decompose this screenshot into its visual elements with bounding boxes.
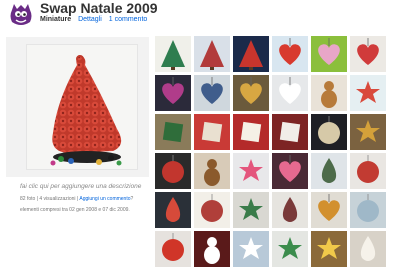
tree-ornament-image bbox=[27, 45, 137, 169]
thumbnail-image bbox=[272, 114, 308, 150]
thumbnail-image bbox=[311, 36, 347, 72]
thumb-stitched-red[interactable] bbox=[350, 153, 386, 189]
thumb-red-bauble[interactable] bbox=[155, 231, 191, 267]
thumb-teddy[interactable] bbox=[194, 153, 230, 189]
thumbnail-image bbox=[272, 192, 308, 228]
thumbnail-image bbox=[350, 114, 386, 150]
tab-details-link[interactable]: Dettagli bbox=[78, 16, 102, 23]
thumbnail-image bbox=[311, 75, 347, 111]
page-title: Swap Natale 2009 bbox=[40, 0, 158, 16]
thumb-blue-heart[interactable] bbox=[194, 75, 230, 111]
thumb-heart-ornament[interactable] bbox=[272, 36, 308, 72]
thumb-white-heart[interactable] bbox=[272, 75, 308, 111]
thumb-ribbon-stars[interactable] bbox=[233, 192, 269, 228]
thumbnail-image bbox=[155, 36, 191, 72]
thumb-purple-heart[interactable] bbox=[155, 75, 191, 111]
thumb-dark-circle[interactable] bbox=[155, 153, 191, 189]
thumb-star-stitch[interactable] bbox=[350, 75, 386, 111]
thumbnail-image bbox=[194, 192, 230, 228]
avatar[interactable] bbox=[8, 2, 34, 28]
thumb-gold-heart-2[interactable] bbox=[311, 192, 347, 228]
album-header: Swap Natale 2009 Miniature Dettagli 1 co… bbox=[0, 0, 400, 34]
thumbnail-image bbox=[155, 75, 191, 111]
photo-count: 82 foto bbox=[20, 196, 36, 202]
tab-miniature: Miniature bbox=[40, 16, 72, 23]
thumbnail-image bbox=[155, 192, 191, 228]
thumbnail-image bbox=[233, 75, 269, 111]
meta-trailing: ? bbox=[130, 196, 134, 202]
thumb-button-ornament[interactable] bbox=[194, 192, 230, 228]
thumb-patchwork-tree[interactable] bbox=[194, 36, 230, 72]
thumb-red-card[interactable] bbox=[194, 114, 230, 150]
thumbnail-image bbox=[311, 114, 347, 150]
comments-link[interactable]: 1 commento bbox=[109, 16, 148, 23]
thumb-tag-card[interactable] bbox=[272, 114, 308, 150]
album-subnav: Miniature Dettagli 1 commento bbox=[40, 16, 147, 23]
meta-separator: | bbox=[36, 196, 38, 202]
thumb-heart-fabric[interactable] bbox=[311, 36, 347, 72]
thumbnail-image bbox=[194, 75, 230, 111]
thumb-green-panel[interactable] bbox=[155, 114, 191, 150]
view-count: 4 visualizzazioni bbox=[39, 196, 76, 202]
thumb-cross-stitch-heart[interactable] bbox=[350, 36, 386, 72]
album-meta: 82 foto | 4 visualizzazioni | Aggiungi u… bbox=[20, 196, 152, 202]
thumb-snowflake[interactable] bbox=[233, 231, 269, 267]
thumbnail-image bbox=[233, 192, 269, 228]
thumb-snowman[interactable] bbox=[194, 231, 230, 267]
thumbnail-grid bbox=[155, 36, 391, 271]
thumbnail-image bbox=[233, 36, 269, 72]
thumbnail-image bbox=[272, 75, 308, 111]
thumbnail-image bbox=[311, 231, 347, 267]
thumbnail-image bbox=[233, 114, 269, 150]
add-comment-link[interactable]: Aggiungi un commento bbox=[79, 196, 130, 202]
thumbnail-image bbox=[155, 231, 191, 267]
thumbnail-image bbox=[233, 231, 269, 267]
thumb-gold-heart[interactable] bbox=[233, 75, 269, 111]
thumbnail-image bbox=[350, 75, 386, 111]
thumb-gold-star[interactable] bbox=[350, 114, 386, 150]
thumb-green-star[interactable] bbox=[272, 231, 308, 267]
thumbnail-image bbox=[155, 114, 191, 150]
thumbnail-image bbox=[350, 192, 386, 228]
thumbnail-image bbox=[155, 153, 191, 189]
thumb-red-stitched[interactable] bbox=[233, 114, 269, 150]
thumb-bell[interactable] bbox=[155, 192, 191, 228]
thumbnail-image bbox=[311, 192, 347, 228]
date-range: elementi compresi tra 02 gen 2008 e 07 d… bbox=[20, 207, 130, 213]
album-description[interactable]: fai clic qui per aggiungere una descrizi… bbox=[20, 183, 150, 190]
thumb-beaded-tree[interactable] bbox=[272, 192, 308, 228]
cover-photo[interactable] bbox=[26, 44, 138, 170]
thumbnail-image bbox=[194, 153, 230, 189]
thumbnail-image bbox=[350, 36, 386, 72]
thumb-glass-bauble[interactable] bbox=[350, 192, 386, 228]
thumbnail-image bbox=[233, 153, 269, 189]
thumb-yellow-star[interactable] bbox=[311, 231, 347, 267]
thumbnail-image bbox=[194, 114, 230, 150]
thumb-pink-star[interactable] bbox=[233, 153, 269, 189]
thumbnail-image bbox=[272, 153, 308, 189]
thumb-gingerbread[interactable] bbox=[311, 75, 347, 111]
thumbnail-image bbox=[350, 153, 386, 189]
thumbnail-image bbox=[194, 36, 230, 72]
thumbnail-image bbox=[194, 231, 230, 267]
thumbnail-image bbox=[350, 231, 386, 267]
thumbnail-image bbox=[272, 231, 308, 267]
thumb-angel[interactable] bbox=[350, 231, 386, 267]
thumb-dark-bauble[interactable] bbox=[311, 114, 347, 150]
thumbnail-image bbox=[311, 153, 347, 189]
cover-panel bbox=[6, 37, 149, 177]
thumb-pink-heart[interactable] bbox=[272, 153, 308, 189]
thumb-green-tree[interactable] bbox=[155, 36, 191, 72]
thumbnail-image bbox=[272, 36, 308, 72]
thumb-red-tree[interactable] bbox=[233, 36, 269, 72]
thumb-string-ornament[interactable] bbox=[311, 153, 347, 189]
monster-avatar-icon bbox=[10, 4, 32, 25]
